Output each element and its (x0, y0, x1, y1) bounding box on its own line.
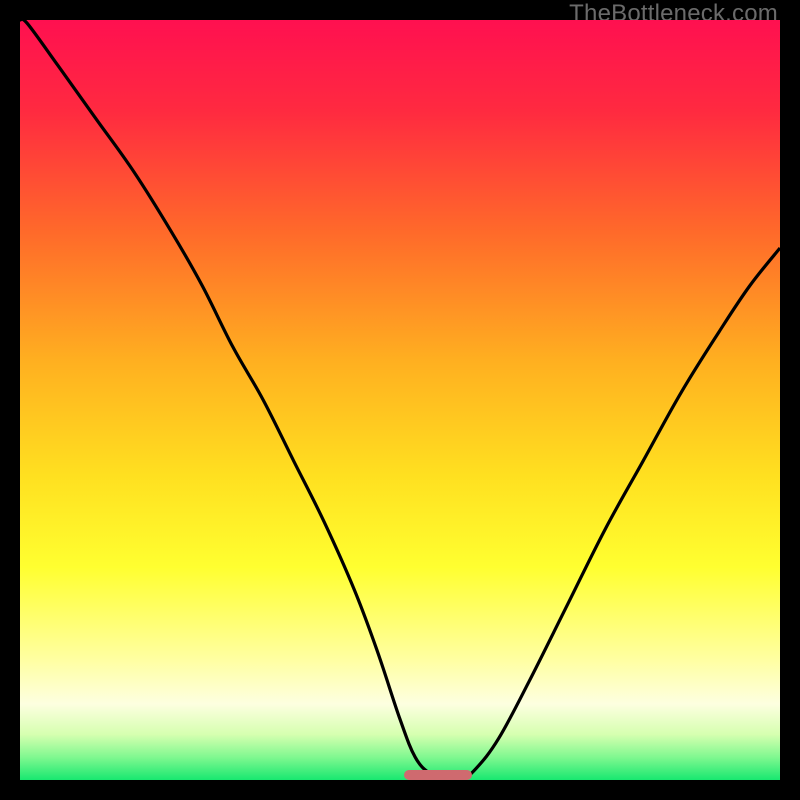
chart-stage: TheBottleneck.com (0, 0, 800, 800)
optimal-range-marker (404, 770, 472, 780)
bottleneck-curve (20, 20, 780, 780)
curve-path (20, 20, 780, 780)
plot-area (20, 20, 780, 780)
